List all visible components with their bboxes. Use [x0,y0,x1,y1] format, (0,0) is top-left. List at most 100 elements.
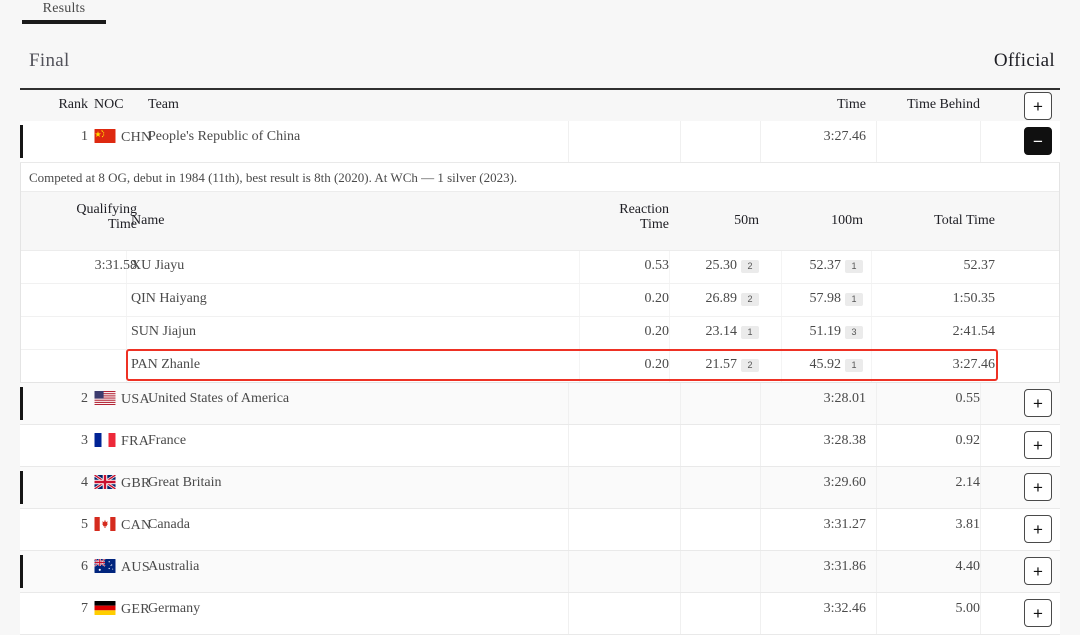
column-header-name: Name [131,213,165,228]
column-separator [876,121,877,162]
flag-icon-au [94,559,116,573]
split-100m-wrap: 52.37 1 [809,258,863,274]
split-50m-value: 21.57 [705,357,738,372]
column-header-reaction-time: Reaction Time [561,202,669,232]
row-time: 3:28.01 [823,391,866,406]
column-header-qualifying-time: Qualifying Time [51,202,137,232]
split-50m-rank-badge: 2 [741,259,759,273]
row-time-behind: 0.92 [955,433,981,448]
column-separator [980,425,981,466]
column-separator [680,467,681,508]
expand-all-button[interactable]: + [1024,92,1052,120]
row-noc-code: AUS [121,560,150,575]
column-separator [871,317,872,349]
split-50m-wrap: 21.57 2 [705,357,759,373]
split-100m-value: 51.19 [809,324,842,339]
athlete-split-50m: 23.14 1 [693,324,759,340]
row-time-behind: 2.14 [955,475,981,490]
row-noc-code: USA [121,392,150,407]
tab-results[interactable]: Results [24,0,104,18]
plus-icon: + [1033,561,1043,581]
split-100m-rank-badge: 3 [845,325,863,339]
row-time-behind: 3.81 [955,517,981,532]
flag-icon-us [94,391,116,405]
column-separator [871,251,872,283]
column-separator [781,350,782,382]
column-header-rank: Rank [58,97,88,112]
table-row: 2 USA United States of America 3:28.01 0.55 + [20,383,1060,425]
column-separator [568,425,569,466]
column-header-100m: 100m [831,213,863,228]
collapse-row-button[interactable]: − [1024,127,1052,155]
row-team-name: United States of America [148,391,290,406]
expand-row-button[interactable]: + [1024,599,1052,627]
row-team-name: People's Republic of China [148,129,301,144]
athlete-split-50m: 26.89 2 [693,291,759,307]
reaction-time-line1: Reaction [619,202,669,217]
row-rank: 4 [81,475,88,490]
row-team-name: Germany [148,601,201,616]
split-50m-value: 25.30 [705,258,738,273]
flag-icon-fr [94,433,116,447]
team-history-note: Competed at 8 OG, debut in 1984 (11th), … [21,163,1059,191]
athlete-split-100m: 57.98 1 [799,291,863,307]
athlete-split-50m: 25.30 2 [693,258,759,274]
row-rank: 6 [81,559,88,574]
athlete-name: PAN Zhanle [131,357,201,372]
column-header-total-time: Total Time [934,213,995,228]
row-time-behind: 5.00 [955,601,981,616]
athlete-reaction-time: 0.20 [644,291,670,306]
column-separator [126,284,127,316]
column-separator [568,467,569,508]
table-row: 7 GER Germany 3:32.46 5.00 + [20,593,1060,635]
column-separator [680,593,681,634]
split-100m-value: 52.37 [809,258,842,273]
split-100m-rank-badge: 1 [845,292,863,306]
qualifying-time-line2: Time [107,217,137,232]
tab-active-underline [22,20,106,24]
athlete-split-100m: 45.92 1 [799,357,863,373]
column-separator [568,509,569,550]
athlete-total-time: 2:41.54 [952,324,995,339]
expand-row-button[interactable]: + [1024,389,1052,417]
athlete-qualifying-time: 3:31.58 [94,258,137,273]
athlete-total-time: 1:50.35 [952,291,995,306]
athlete-name: SUN Jiajun [131,324,196,339]
flag-icon-cn [94,129,116,143]
column-header-time-behind: Time Behind [907,97,980,112]
athlete-total-time: 3:27.46 [952,357,995,372]
detail-row: SUN Jiajun 0.20 23.14 1 51.19 3 2:41.54 [21,317,1059,350]
table-header-row: Rank NOC Team Time Time Behind + [20,88,1060,121]
column-separator [669,350,670,382]
detail-row: 3:31.58 XU Jiayu 0.53 25.30 2 52.37 1 52.37 [21,251,1059,284]
expand-row-button[interactable]: + [1024,557,1052,585]
column-separator [669,317,670,349]
plus-icon: + [1033,477,1043,497]
detail-row: PAN Zhanle 0.20 21.57 2 45.92 1 3:27.46 [21,349,1059,382]
split-100m-value: 57.98 [809,291,842,306]
row-noc-code: CAN [121,518,152,533]
row-rank: 1 [81,129,88,144]
athlete-reaction-time: 0.20 [644,324,670,339]
status-badge: Official [993,50,1055,71]
split-50m-rank-badge: 2 [741,358,759,372]
column-separator [871,350,872,382]
reaction-time-line2: Time [639,217,669,232]
row-noc-code: GBR [121,476,151,491]
column-separator [680,121,681,162]
flag-icon-de [94,601,116,615]
plus-icon: + [1033,96,1043,116]
split-100m-wrap: 51.19 3 [809,324,863,340]
minus-icon: − [1033,131,1043,151]
column-separator [126,350,127,382]
column-separator [781,284,782,316]
expand-row-button[interactable]: + [1024,515,1052,543]
column-separator [680,551,681,592]
column-separator [980,551,981,592]
expand-row-button[interactable]: + [1024,431,1052,459]
column-separator [126,317,127,349]
athlete-reaction-time: 0.20 [644,357,670,372]
expand-row-button[interactable]: + [1024,473,1052,501]
table-row: 5 CAN Canada 3:31.27 3.81 + [20,509,1060,551]
section-header: Final Official [0,44,1080,84]
